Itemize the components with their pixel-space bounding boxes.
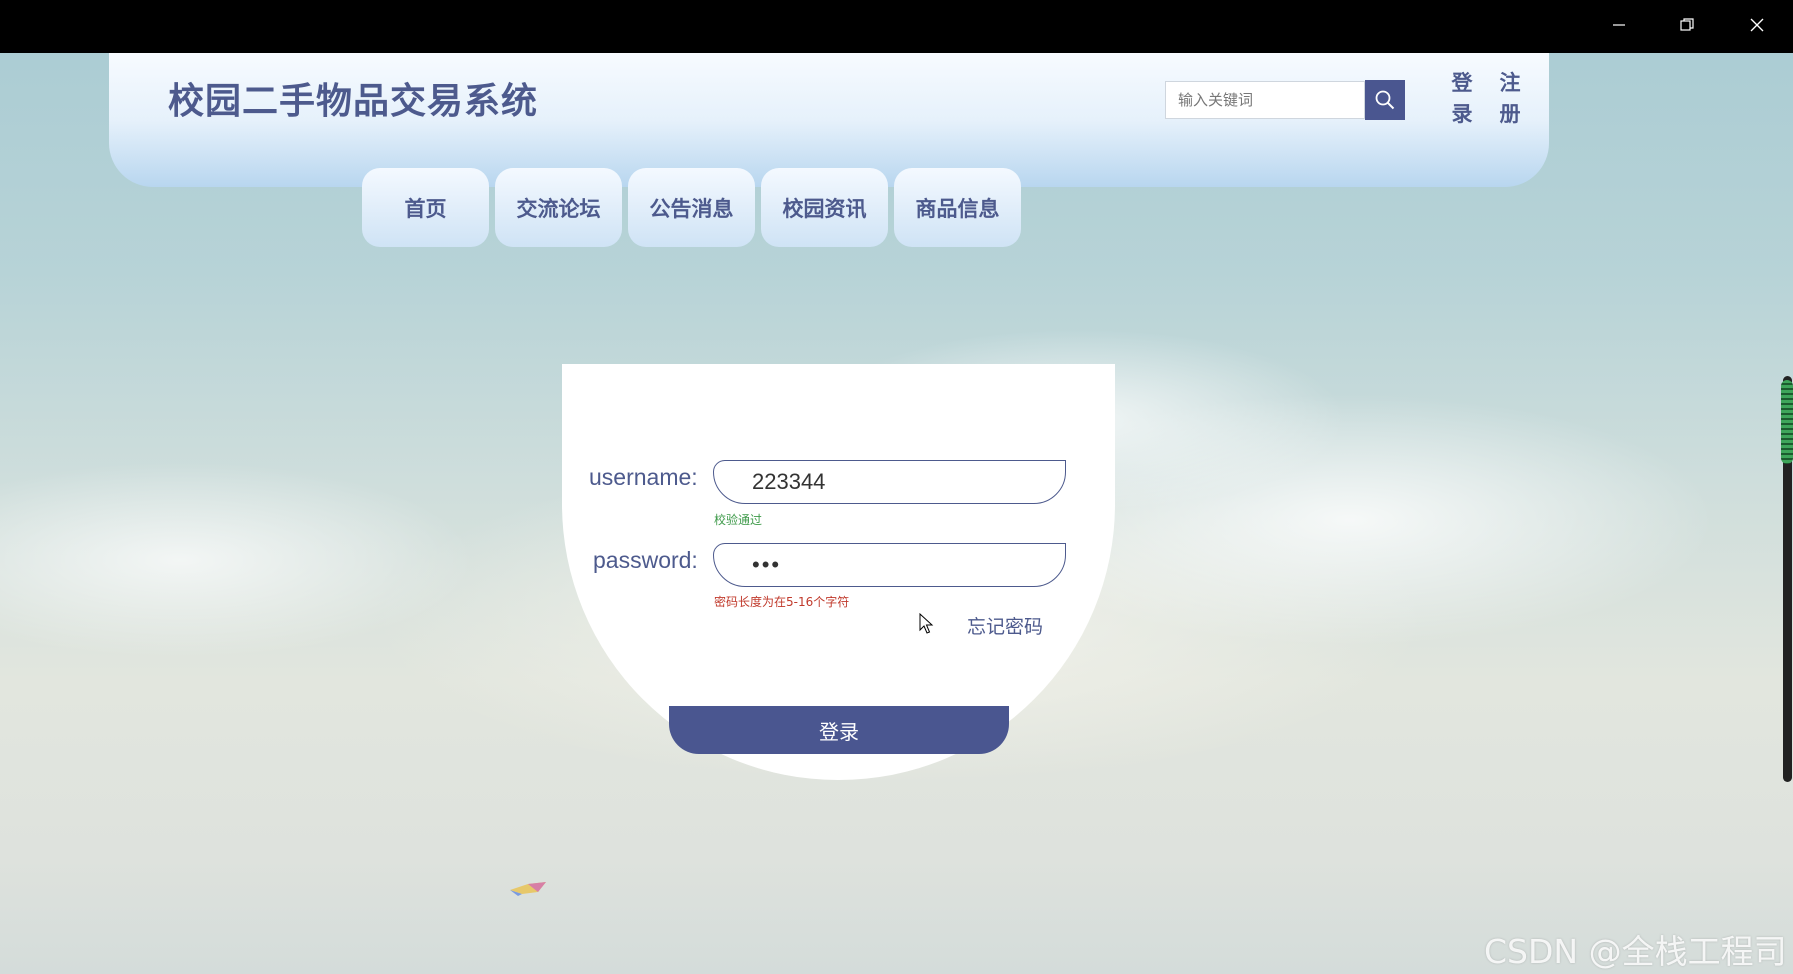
site-title: 校园二手物品交易系统 — [168, 81, 539, 122]
username-field[interactable] — [713, 460, 1066, 504]
nav-item-home[interactable]: 首页 — [362, 168, 489, 247]
nav-item-announcements[interactable]: 公告消息 — [628, 168, 755, 247]
nav-item-products[interactable]: 商品信息 — [894, 168, 1021, 247]
username-label: username: — [589, 464, 698, 490]
password-field[interactable] — [713, 543, 1066, 587]
register-link[interactable]: 注册 — [1498, 68, 1522, 130]
login-submit-button[interactable]: 登录 — [669, 706, 1009, 754]
nav-item-forum[interactable]: 交流论坛 — [495, 168, 622, 247]
scroll-indicator — [1781, 380, 1793, 464]
login-link[interactable]: 登录 — [1450, 68, 1474, 130]
search-icon — [1375, 90, 1395, 110]
minimize-icon[interactable] — [1586, 0, 1652, 50]
search-input[interactable] — [1165, 81, 1365, 119]
search-button[interactable] — [1365, 80, 1405, 120]
restore-icon[interactable] — [1654, 0, 1720, 50]
close-icon[interactable] — [1724, 0, 1790, 50]
window-titlebar — [0, 0, 1793, 53]
watermark: CSDN @全栈工程司 — [1484, 932, 1787, 971]
password-label: password: — [593, 547, 698, 573]
nav-item-campus-news[interactable]: 校园资讯 — [761, 168, 888, 247]
forgot-password-link[interactable]: 忘记密码 — [967, 612, 1043, 639]
kite-decoration-icon — [510, 882, 546, 896]
password-hint: 密码长度为在5-16个字符 — [714, 595, 850, 609]
mouse-cursor-icon — [919, 613, 934, 634]
username-hint: 校验通过 — [714, 513, 763, 527]
